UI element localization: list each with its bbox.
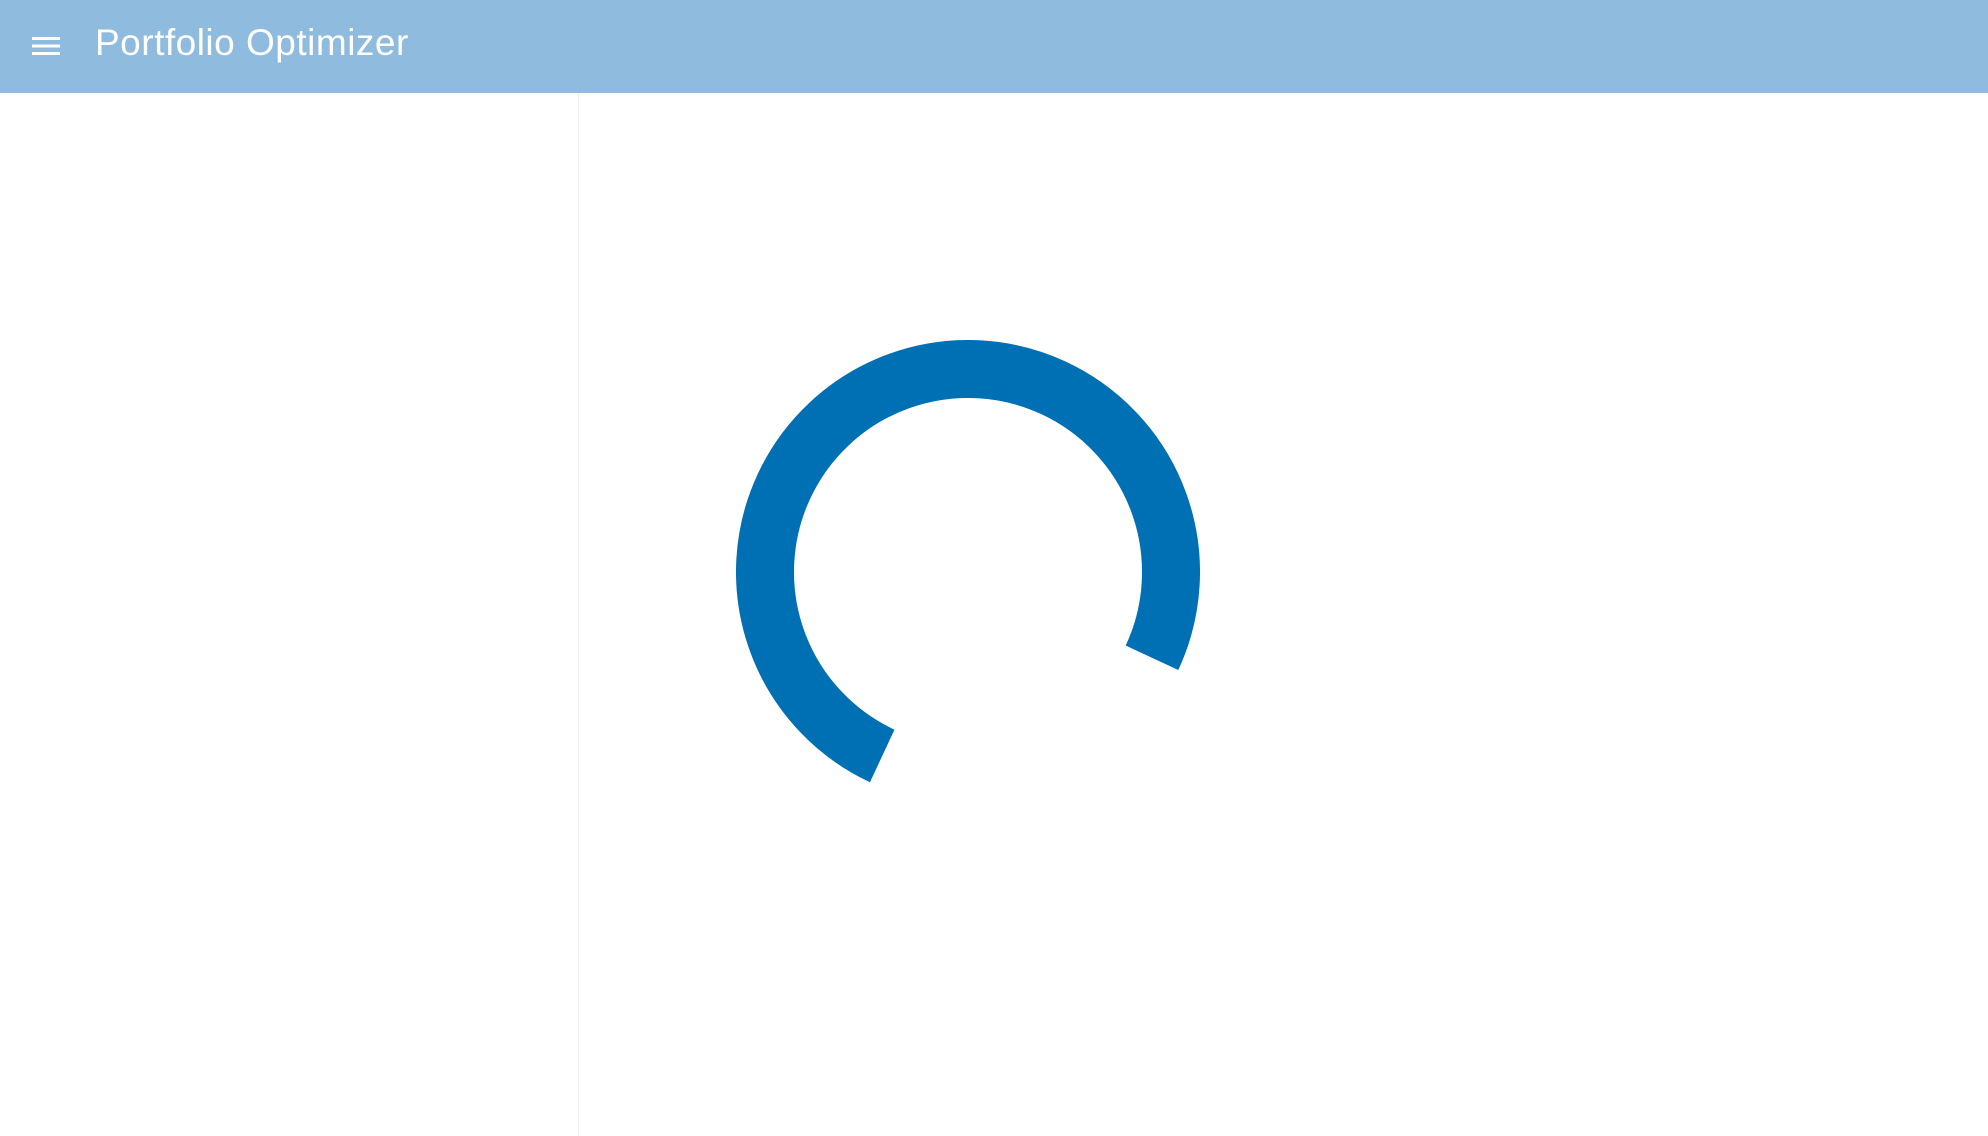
hamburger-menu-icon bbox=[32, 37, 60, 55]
app-bar: Portfolio Optimizer bbox=[0, 0, 1988, 93]
app-title: Portfolio Optimizer bbox=[95, 22, 409, 63]
spinner-arc bbox=[736, 340, 1200, 783]
menu-button[interactable] bbox=[14, 14, 78, 78]
loading-spinner-icon bbox=[736, 340, 1200, 783]
side-panel bbox=[0, 93, 579, 1136]
main-content bbox=[579, 93, 1988, 1136]
app-root: Portfolio Optimizer bbox=[0, 0, 1988, 1136]
